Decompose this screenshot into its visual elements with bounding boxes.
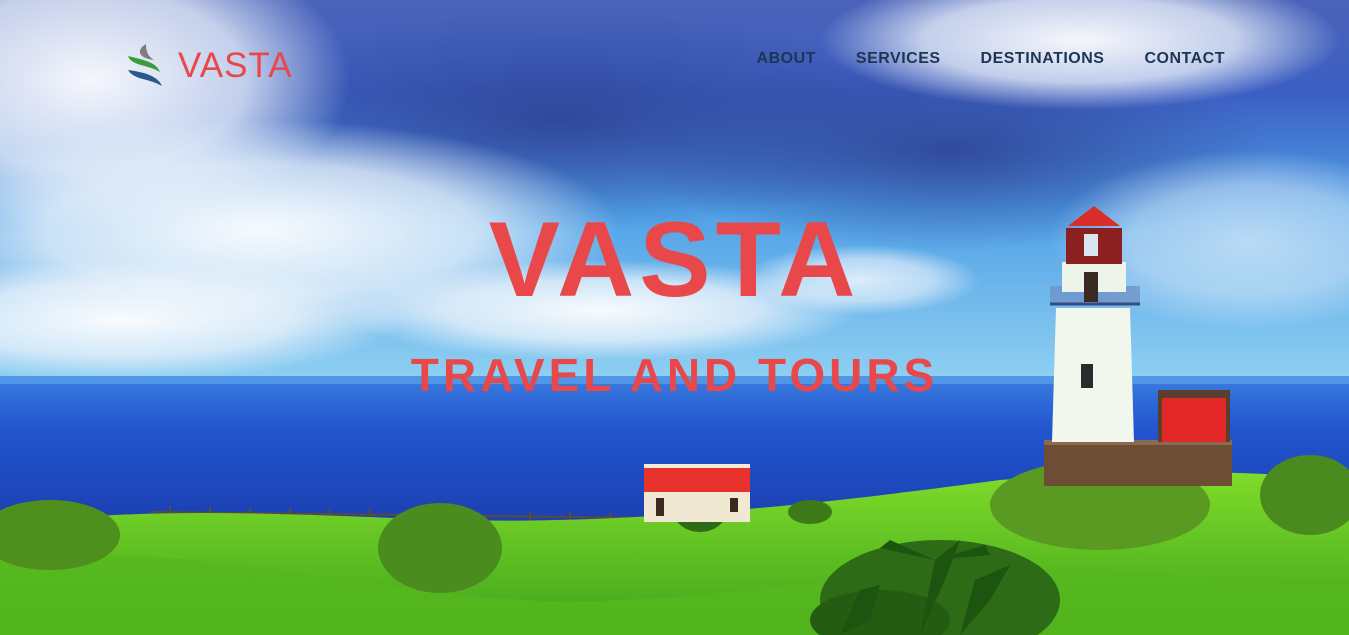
brand-name: VASTA xyxy=(178,45,293,85)
nav-destinations-link[interactable]: DESTINATIONS xyxy=(981,50,1105,68)
hero-subtitle: TRAVEL AND TOURS xyxy=(410,349,939,401)
hero-title: VASTA xyxy=(488,199,861,319)
nav-services-link[interactable]: SERVICES xyxy=(856,50,941,68)
nav-contact-link[interactable]: CONTACT xyxy=(1144,50,1225,68)
brand-logo-link[interactable]: VASTA xyxy=(126,42,293,88)
nav-about-link[interactable]: ABOUT xyxy=(757,50,816,68)
leaf-wave-logo-icon xyxy=(128,44,162,86)
main-navigation: ABOUT SERVICES DESTINATIONS CONTACT xyxy=(757,50,1225,68)
hero-section: VASTA ABOUT SERVICES DESTINATIONS CONTAC… xyxy=(0,0,1349,635)
